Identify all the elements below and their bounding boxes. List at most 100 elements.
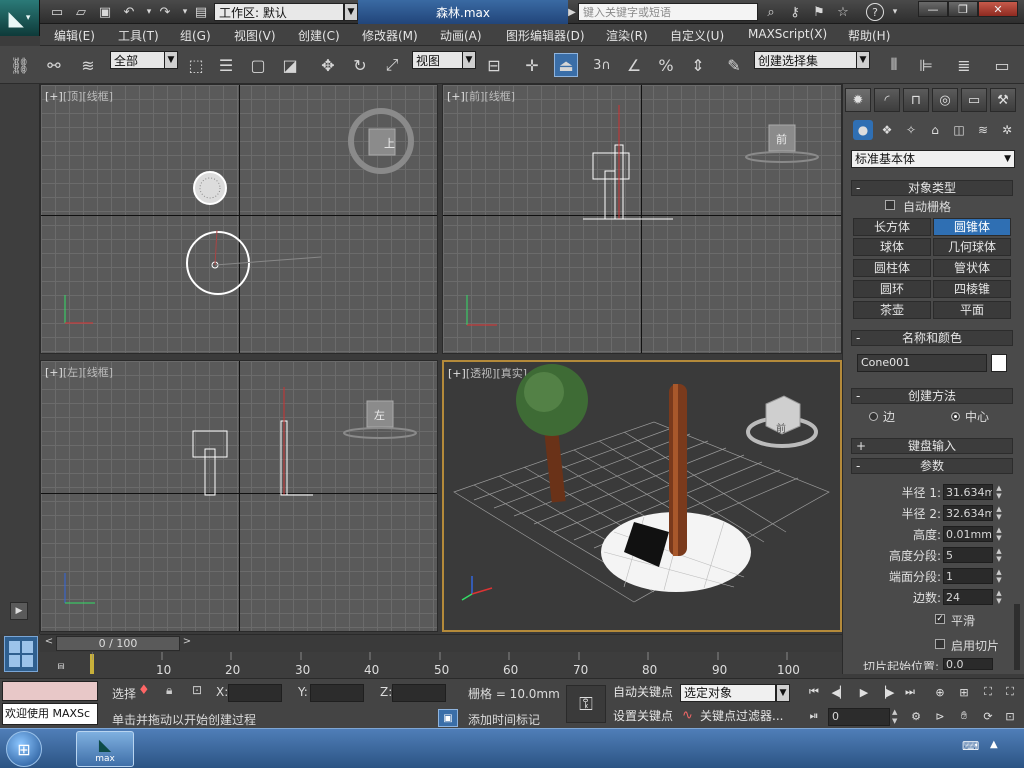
keyboard-shortcut-override-icon[interactable]: ⏏ bbox=[554, 53, 578, 77]
x-coord-field[interactable] bbox=[228, 684, 282, 702]
z-coord-field[interactable] bbox=[392, 684, 446, 702]
time-slider-thumb[interactable]: 0 / 100 bbox=[56, 636, 180, 651]
method-center-radio[interactable] bbox=[951, 412, 960, 421]
auto-key-button[interactable]: 自动关键点 bbox=[610, 683, 676, 703]
height-field[interactable]: 0.01mm bbox=[943, 526, 993, 542]
menu-help[interactable]: 帮助(H) bbox=[848, 27, 890, 44]
snap-toggle-icon[interactable]: 3 ∩ bbox=[590, 53, 614, 77]
sides-spinner[interactable]: ▲ ▼ bbox=[995, 589, 1003, 605]
set-key-button[interactable]: 设置关键点 bbox=[610, 707, 676, 727]
keyboard-icon[interactable]: ⌨ bbox=[962, 739, 980, 757]
edit-named-selection-icon[interactable]: ✎ bbox=[722, 53, 746, 77]
current-frame-spinner[interactable]: ▲ ▼ bbox=[892, 708, 900, 726]
viewport-left[interactable]: [+][左][线框] 左 bbox=[40, 360, 438, 632]
select-by-name-icon[interactable]: ☰ bbox=[214, 53, 238, 77]
chevron-right-icon[interactable]: > bbox=[180, 636, 194, 651]
rotate-icon[interactable]: ↻ bbox=[348, 53, 372, 77]
align-icon[interactable]: ⊫ bbox=[914, 53, 938, 77]
search-input[interactable]: 键入关键字或短语 bbox=[578, 3, 758, 21]
chevron-down-icon[interactable]: ▼ bbox=[164, 51, 178, 69]
height-segments-spinner[interactable]: ▲ ▼ bbox=[995, 547, 1003, 563]
new-file-icon[interactable]: ▭ bbox=[48, 3, 66, 21]
unlink-icon[interactable]: ⚯ bbox=[42, 53, 66, 77]
shapes-icon[interactable]: ❖ bbox=[877, 120, 897, 140]
menu-animation[interactable]: 动画(A) bbox=[440, 27, 482, 44]
cylinder-button[interactable]: 圆柱体 bbox=[853, 259, 931, 277]
radius2-spinner[interactable]: ▲ ▼ bbox=[995, 505, 1003, 521]
orbit-icon[interactable]: ⟳ bbox=[978, 707, 998, 725]
zoom-all-icon[interactable]: ⊞ bbox=[954, 683, 974, 701]
menu-rendering[interactable]: 渲染(R) bbox=[606, 27, 648, 44]
binoculars-icon[interactable]: ⌕ bbox=[762, 3, 780, 21]
play-icon[interactable]: ▶ bbox=[854, 683, 874, 701]
autogrid-checkbox[interactable] bbox=[885, 200, 895, 210]
viewcube-label[interactable]: 前 bbox=[776, 420, 786, 435]
key-filters-button[interactable]: 关键点过滤器... bbox=[700, 707, 794, 727]
zoom-icon[interactable]: ⊕ bbox=[930, 683, 950, 701]
chevron-down-icon[interactable]: ▼ bbox=[776, 684, 790, 702]
cone-button[interactable]: 圆锥体 bbox=[933, 218, 1011, 236]
menu-maxscript[interactable]: MAXScript(X) bbox=[748, 27, 827, 41]
link-icon[interactable]: ⛓ bbox=[8, 53, 32, 77]
panel-scrollbar[interactable] bbox=[1014, 604, 1020, 670]
minimize-button[interactable]: — bbox=[918, 1, 948, 17]
box-button[interactable]: 长方体 bbox=[853, 218, 931, 236]
object-name-field[interactable]: Cone001 bbox=[857, 354, 987, 372]
maxscript-listener-mini[interactable] bbox=[2, 681, 98, 701]
project-folder-icon[interactable]: ▤ bbox=[192, 3, 210, 21]
zoom-extents-all-icon[interactable]: ⛶ bbox=[1000, 683, 1020, 701]
rectangular-selection-icon[interactable]: ▢ bbox=[246, 53, 270, 77]
open-file-icon[interactable]: ▱ bbox=[72, 3, 90, 21]
menu-modifiers[interactable]: 修改器(M) bbox=[362, 27, 418, 44]
height-segments-field[interactable]: 5 bbox=[943, 547, 993, 563]
taskbar-3dsmax-button[interactable]: ◣ max bbox=[76, 731, 134, 767]
chevron-down-icon[interactable]: ▼ bbox=[344, 3, 358, 21]
viewcube-label[interactable]: 左 bbox=[374, 407, 385, 423]
modify-tab-icon[interactable]: ◜ bbox=[874, 88, 900, 112]
systems-icon[interactable]: ✲ bbox=[997, 120, 1017, 140]
geosphere-button[interactable]: 几何球体 bbox=[933, 238, 1011, 256]
selection-filter-dropdown[interactable]: 全部 bbox=[110, 51, 166, 69]
create-tab-icon[interactable]: ✹ bbox=[845, 88, 871, 112]
geometry-icon[interactable]: ● bbox=[853, 120, 873, 140]
menu-create[interactable]: 创建(C) bbox=[298, 27, 340, 44]
start-button[interactable]: ⊞ bbox=[6, 731, 42, 767]
height-spinner[interactable]: ▲ ▼ bbox=[995, 526, 1003, 542]
sides-field[interactable]: 24 bbox=[943, 589, 993, 605]
track-bar[interactable]: ⩎ 10 20 30 40 50 60 70 80 90 100 bbox=[40, 652, 842, 678]
favorite-star-icon[interactable]: ☆ bbox=[834, 3, 852, 21]
cameras-icon[interactable]: ⌂ bbox=[925, 120, 945, 140]
previous-frame-icon[interactable]: ◀▏ bbox=[830, 683, 850, 701]
key-mode-icon[interactable]: ⏯ bbox=[804, 707, 824, 725]
teapot-button[interactable]: 茶壶 bbox=[853, 301, 931, 319]
viewport-perspective[interactable]: [+][透视][真实] 前 bbox=[442, 360, 842, 632]
pan-hand-icon[interactable]: ✋︎ bbox=[954, 707, 974, 725]
cap-segments-spinner[interactable]: ▲ ▼ bbox=[995, 568, 1003, 584]
save-icon[interactable]: ▣ bbox=[96, 3, 114, 21]
viewport-front[interactable]: [+][前][线框] 前 bbox=[442, 84, 842, 354]
pivot-center-icon[interactable]: ⊟ bbox=[482, 53, 506, 77]
display-tab-icon[interactable]: ▭ bbox=[961, 88, 987, 112]
community-icon[interactable]: ⚑ bbox=[810, 3, 828, 21]
creation-method-rollout[interactable]: - 创建方法 bbox=[851, 388, 1013, 404]
time-configuration-icon[interactable]: ⚙ bbox=[906, 707, 926, 725]
mini-curve-editor-icon[interactable]: ⩎ bbox=[48, 656, 74, 674]
reference-coordinate-dropdown[interactable]: 视图 bbox=[412, 51, 464, 69]
set-key-icon[interactable]: ⚿ bbox=[566, 685, 606, 723]
viewport-layout-button[interactable] bbox=[4, 636, 38, 672]
pyramid-button[interactable]: 四棱锥 bbox=[933, 280, 1011, 298]
play-arrow-icon[interactable]: ▶ bbox=[10, 602, 28, 620]
menu-tools[interactable]: 工具(T) bbox=[118, 27, 159, 44]
window-crossing-icon[interactable]: ◪ bbox=[278, 53, 302, 77]
sphere-button[interactable]: 球体 bbox=[853, 238, 931, 256]
workspace-dropdown[interactable]: 工作区: 默认 bbox=[214, 3, 344, 21]
menu-views[interactable]: 视图(V) bbox=[234, 27, 276, 44]
viewport-top[interactable]: [+][顶][线框] 上 bbox=[40, 84, 438, 354]
bind-spacewarp-icon[interactable]: ≋ bbox=[76, 53, 100, 77]
time-tag-icon[interactable]: ▣ bbox=[438, 709, 458, 727]
time-slider[interactable]: < 0 / 100 > bbox=[40, 634, 842, 652]
undo-icon[interactable]: ↶ bbox=[120, 3, 138, 21]
viewcube-label[interactable]: 前 bbox=[776, 131, 787, 147]
torus-button[interactable]: 圆环 bbox=[853, 280, 931, 298]
absolute-mode-icon[interactable]: ⊡ bbox=[192, 683, 208, 701]
